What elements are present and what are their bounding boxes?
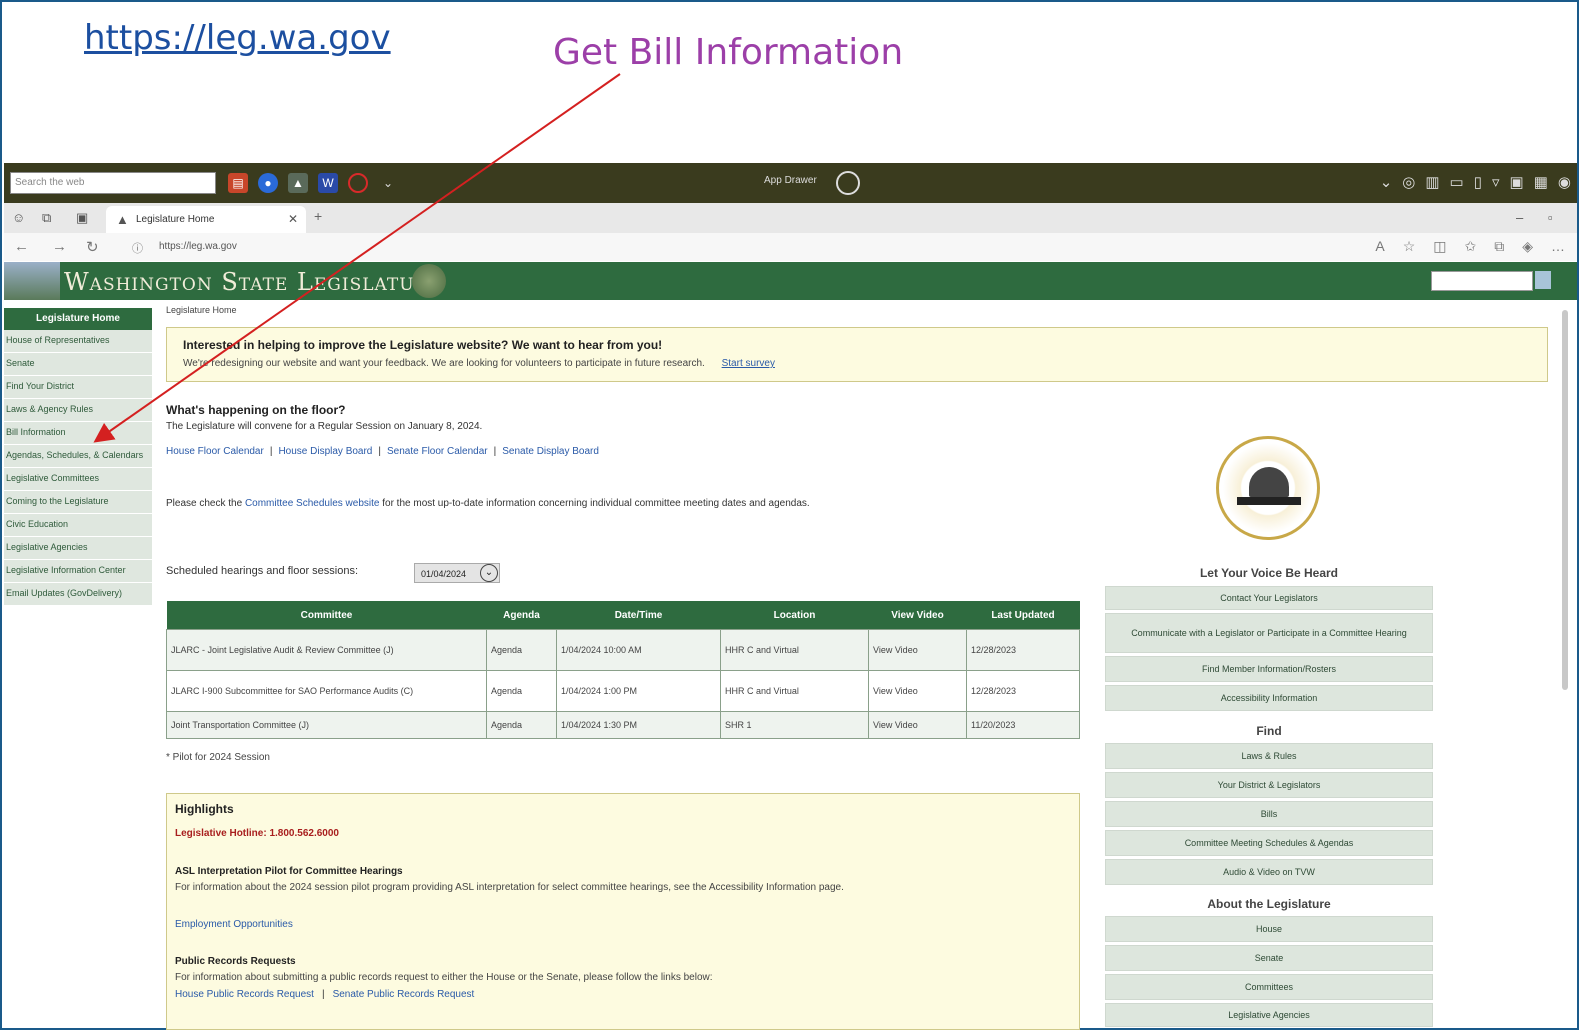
annotation-arrow xyxy=(93,73,621,443)
